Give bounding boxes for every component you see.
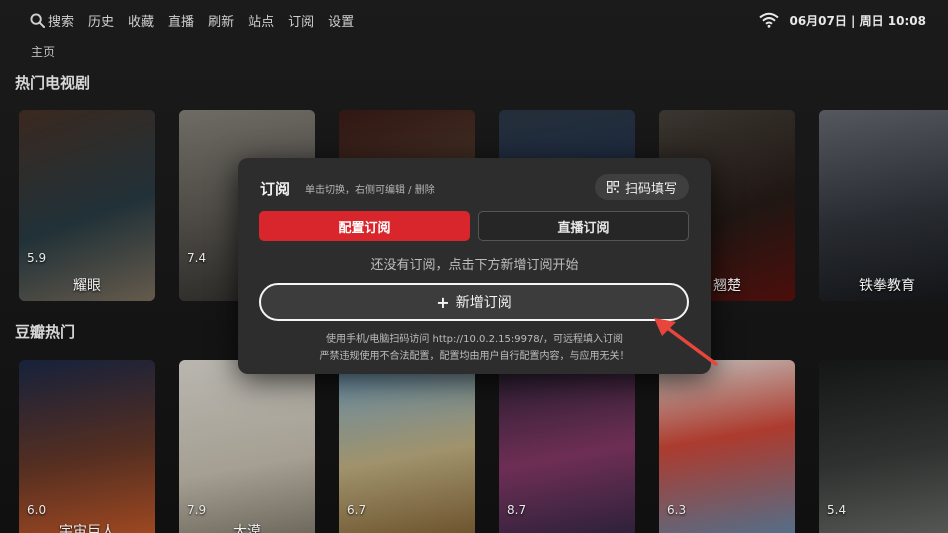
search-icon <box>30 12 45 28</box>
empty-message: 还没有订阅，点击下方新增订阅开始 <box>370 258 579 273</box>
rating: 6.7 <box>347 503 367 517</box>
nav-live-label: 直播 <box>168 14 195 30</box>
nav-search-label: 搜索 <box>48 14 75 30</box>
media-card[interactable]: 8.7 <box>499 360 635 533</box>
rating: 7.4 <box>187 251 207 265</box>
rating: 5.4 <box>827 503 847 517</box>
annotation-arrow-icon <box>654 318 718 366</box>
tab-config-subscription[interactable]: 配置订阅 <box>259 211 470 241</box>
media-card[interactable]: 7.9 大漠 <box>179 360 315 533</box>
nav-refresh[interactable]: 刷新 <box>208 11 234 30</box>
card-title: 耀眼 <box>73 278 101 294</box>
card-title: 铁拳教育 <box>859 278 915 294</box>
nav-search[interactable]: 搜索 <box>30 11 74 30</box>
media-card[interactable]: 铁拳教育 <box>819 110 948 301</box>
scan-fill-label: 扫码填写 <box>624 181 677 197</box>
tab-live-subscription[interactable]: 直播订阅 <box>478 211 689 241</box>
status-bar: 06月07日 | 周日 10:08 <box>759 9 926 31</box>
nav-favorites[interactable]: 收藏 <box>128 11 154 30</box>
rating: 6.3 <box>667 503 687 517</box>
nav-live[interactable]: 直播 <box>168 11 194 30</box>
rating: 8.7 <box>507 503 527 517</box>
rating: 6.0 <box>27 503 47 517</box>
nav-history[interactable]: 历史 <box>88 11 114 30</box>
remote-access-note: 使用手机/电脑扫码访问 http://10.0.2.15:9978/，可远程填入… <box>325 334 624 345</box>
top-nav: 搜索 历史 收藏 直播 刷新 站点 订阅 设置 <box>30 9 354 31</box>
datetime: 06月07日 | 周日 10:08 <box>789 13 926 28</box>
scan-fill-button[interactable]: 扫码填写 <box>595 174 689 200</box>
section-title-douban-hot: 豆瓣热门 <box>15 323 76 341</box>
add-subscription-button[interactable]: + 新增订阅 <box>259 283 689 321</box>
card-title: 大漠 <box>233 524 261 533</box>
disclaimer-note: 严禁违规使用不合法配置，配置均由用户自行配置内容，与应用无关！ <box>319 351 630 362</box>
plus-icon: + <box>436 292 450 312</box>
rating: 7.9 <box>187 503 207 517</box>
nav-sites[interactable]: 站点 <box>248 11 274 30</box>
add-subscription-label: 新增订阅 <box>455 295 512 311</box>
nav-refresh-label: 刷新 <box>208 14 235 30</box>
nav-subscribe[interactable]: 订阅 <box>288 11 314 30</box>
nav-sites-label: 站点 <box>248 14 275 30</box>
subscription-dialog: 订阅 单击切换，右侧可编辑 / 删除 扫码填写 配置订阅 直播订阅 还没有订阅，… <box>238 158 711 374</box>
card-title: 宇宙巨人 <box>59 524 115 533</box>
media-card[interactable]: 6.3 <box>659 360 795 533</box>
wifi-icon <box>759 12 780 28</box>
qr-code-icon <box>606 181 619 193</box>
section-title-hot-tv: 热门电视剧 <box>15 74 91 92</box>
nav-favorites-label: 收藏 <box>128 14 155 30</box>
nav-settings[interactable]: 设置 <box>328 11 354 30</box>
media-card[interactable]: 6.7 <box>339 360 475 533</box>
breadcrumb: 主页 <box>31 45 56 59</box>
nav-history-label: 历史 <box>88 14 115 30</box>
nav-subscribe-label: 订阅 <box>288 14 315 30</box>
media-card[interactable]: 5.9 耀眼 <box>19 110 155 301</box>
media-card[interactable]: 6.0 宇宙巨人 <box>19 360 155 533</box>
douban-hot-row: 6.0 宇宙巨人 7.9 大漠 6.7 8.7 6.3 5.4 <box>19 360 948 533</box>
rating: 5.9 <box>27 251 47 265</box>
dialog-hint: 单击切换，右侧可编辑 / 删除 <box>305 185 435 196</box>
media-card[interactable]: 5.4 <box>819 360 948 533</box>
dialog-title: 订阅 <box>260 180 291 198</box>
nav-settings-label: 设置 <box>328 14 355 30</box>
